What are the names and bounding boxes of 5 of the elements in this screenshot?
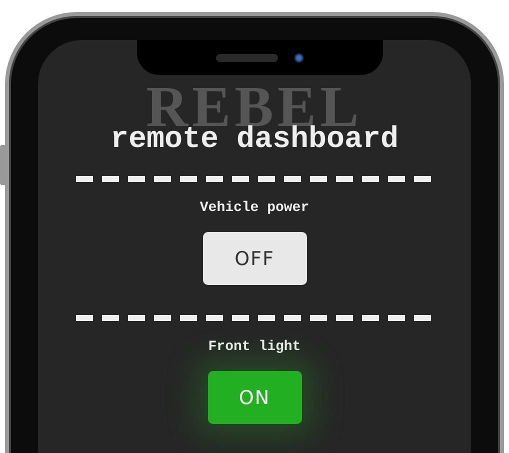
camera-icon	[294, 52, 304, 62]
control-label: Front light	[208, 339, 301, 355]
toggle-button[interactable]: OFF	[202, 232, 306, 285]
speaker-icon	[216, 54, 278, 62]
control-label: Vehicle power	[200, 200, 310, 216]
